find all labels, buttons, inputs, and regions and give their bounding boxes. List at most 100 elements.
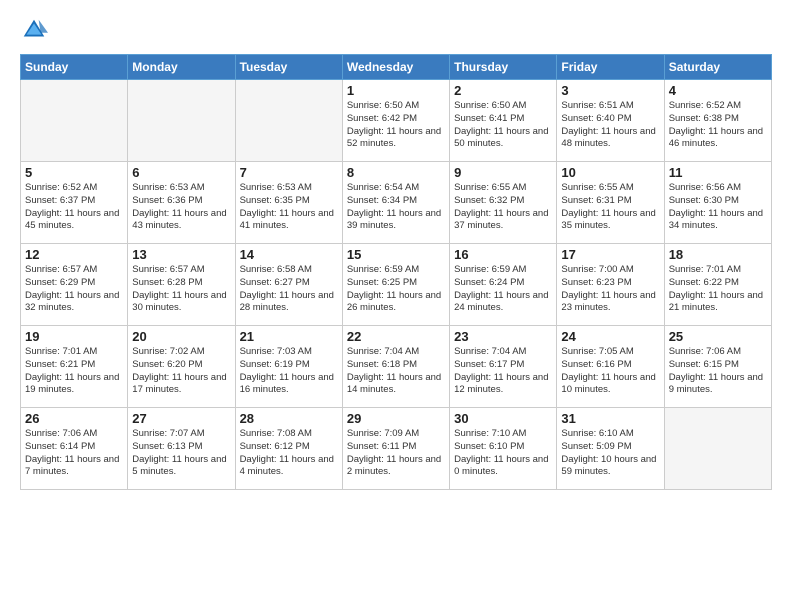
day-info: Sunrise: 7:10 AM Sunset: 6:10 PM Dayligh… — [454, 428, 552, 479]
day-number: 22 — [347, 329, 445, 344]
calendar-cell: 16 Sunrise: 6:59 AM Sunset: 6:24 PM Dayl… — [450, 244, 557, 326]
page: Sunday Monday Tuesday Wednesday Thursday… — [0, 0, 792, 612]
calendar-cell: 24 Sunrise: 7:05 AM Sunset: 6:16 PM Dayl… — [557, 326, 664, 408]
calendar-cell: 27 Sunrise: 7:07 AM Sunset: 6:13 PM Dayl… — [128, 408, 235, 490]
day-info: Sunrise: 7:09 AM Sunset: 6:11 PM Dayligh… — [347, 428, 445, 479]
calendar-cell: 3 Sunrise: 6:51 AM Sunset: 6:40 PM Dayli… — [557, 80, 664, 162]
col-tuesday: Tuesday — [235, 55, 342, 80]
calendar-cell: 4 Sunrise: 6:52 AM Sunset: 6:38 PM Dayli… — [664, 80, 771, 162]
calendar-cell — [235, 80, 342, 162]
day-number: 16 — [454, 247, 552, 262]
day-info: Sunrise: 6:55 AM Sunset: 6:31 PM Dayligh… — [561, 182, 659, 233]
calendar-cell: 25 Sunrise: 7:06 AM Sunset: 6:15 PM Dayl… — [664, 326, 771, 408]
day-number: 31 — [561, 411, 659, 426]
day-info: Sunrise: 7:04 AM Sunset: 6:18 PM Dayligh… — [347, 346, 445, 397]
col-saturday: Saturday — [664, 55, 771, 80]
col-monday: Monday — [128, 55, 235, 80]
calendar-cell: 29 Sunrise: 7:09 AM Sunset: 6:11 PM Dayl… — [342, 408, 449, 490]
day-number: 23 — [454, 329, 552, 344]
day-number: 10 — [561, 165, 659, 180]
calendar-cell: 5 Sunrise: 6:52 AM Sunset: 6:37 PM Dayli… — [21, 162, 128, 244]
day-info: Sunrise: 7:00 AM Sunset: 6:23 PM Dayligh… — [561, 264, 659, 315]
day-info: Sunrise: 6:52 AM Sunset: 6:38 PM Dayligh… — [669, 100, 767, 151]
calendar-week-3: 19 Sunrise: 7:01 AM Sunset: 6:21 PM Dayl… — [21, 326, 772, 408]
calendar-cell: 7 Sunrise: 6:53 AM Sunset: 6:35 PM Dayli… — [235, 162, 342, 244]
day-info: Sunrise: 6:54 AM Sunset: 6:34 PM Dayligh… — [347, 182, 445, 233]
calendar-week-4: 26 Sunrise: 7:06 AM Sunset: 6:14 PM Dayl… — [21, 408, 772, 490]
day-info: Sunrise: 6:50 AM Sunset: 6:42 PM Dayligh… — [347, 100, 445, 151]
calendar-cell: 19 Sunrise: 7:01 AM Sunset: 6:21 PM Dayl… — [21, 326, 128, 408]
day-number: 13 — [132, 247, 230, 262]
day-number: 7 — [240, 165, 338, 180]
calendar-cell: 22 Sunrise: 7:04 AM Sunset: 6:18 PM Dayl… — [342, 326, 449, 408]
day-number: 3 — [561, 83, 659, 98]
col-sunday: Sunday — [21, 55, 128, 80]
calendar-cell: 18 Sunrise: 7:01 AM Sunset: 6:22 PM Dayl… — [664, 244, 771, 326]
calendar-cell: 9 Sunrise: 6:55 AM Sunset: 6:32 PM Dayli… — [450, 162, 557, 244]
day-number: 25 — [669, 329, 767, 344]
day-info: Sunrise: 6:57 AM Sunset: 6:28 PM Dayligh… — [132, 264, 230, 315]
day-info: Sunrise: 6:59 AM Sunset: 6:25 PM Dayligh… — [347, 264, 445, 315]
day-info: Sunrise: 7:07 AM Sunset: 6:13 PM Dayligh… — [132, 428, 230, 479]
calendar-cell: 28 Sunrise: 7:08 AM Sunset: 6:12 PM Dayl… — [235, 408, 342, 490]
calendar-cell: 8 Sunrise: 6:54 AM Sunset: 6:34 PM Dayli… — [342, 162, 449, 244]
day-info: Sunrise: 7:02 AM Sunset: 6:20 PM Dayligh… — [132, 346, 230, 397]
day-info: Sunrise: 7:01 AM Sunset: 6:21 PM Dayligh… — [25, 346, 123, 397]
day-number: 24 — [561, 329, 659, 344]
day-number: 5 — [25, 165, 123, 180]
calendar-cell: 15 Sunrise: 6:59 AM Sunset: 6:25 PM Dayl… — [342, 244, 449, 326]
col-friday: Friday — [557, 55, 664, 80]
calendar-week-0: 1 Sunrise: 6:50 AM Sunset: 6:42 PM Dayli… — [21, 80, 772, 162]
calendar-cell: 17 Sunrise: 7:00 AM Sunset: 6:23 PM Dayl… — [557, 244, 664, 326]
day-number: 2 — [454, 83, 552, 98]
col-thursday: Thursday — [450, 55, 557, 80]
calendar-cell: 10 Sunrise: 6:55 AM Sunset: 6:31 PM Dayl… — [557, 162, 664, 244]
day-info: Sunrise: 7:04 AM Sunset: 6:17 PM Dayligh… — [454, 346, 552, 397]
day-info: Sunrise: 6:52 AM Sunset: 6:37 PM Dayligh… — [25, 182, 123, 233]
day-number: 11 — [669, 165, 767, 180]
day-info: Sunrise: 6:53 AM Sunset: 6:36 PM Dayligh… — [132, 182, 230, 233]
calendar-week-2: 12 Sunrise: 6:57 AM Sunset: 6:29 PM Dayl… — [21, 244, 772, 326]
day-number: 19 — [25, 329, 123, 344]
day-number: 1 — [347, 83, 445, 98]
calendar-cell: 23 Sunrise: 7:04 AM Sunset: 6:17 PM Dayl… — [450, 326, 557, 408]
day-number: 9 — [454, 165, 552, 180]
day-info: Sunrise: 6:10 AM Sunset: 5:09 PM Dayligh… — [561, 428, 659, 479]
calendar-cell: 20 Sunrise: 7:02 AM Sunset: 6:20 PM Dayl… — [128, 326, 235, 408]
day-info: Sunrise: 7:03 AM Sunset: 6:19 PM Dayligh… — [240, 346, 338, 397]
calendar-cell — [128, 80, 235, 162]
day-number: 6 — [132, 165, 230, 180]
day-number: 21 — [240, 329, 338, 344]
day-number: 29 — [347, 411, 445, 426]
day-info: Sunrise: 7:05 AM Sunset: 6:16 PM Dayligh… — [561, 346, 659, 397]
day-number: 30 — [454, 411, 552, 426]
logo — [20, 16, 52, 44]
day-info: Sunrise: 6:59 AM Sunset: 6:24 PM Dayligh… — [454, 264, 552, 315]
calendar-cell: 6 Sunrise: 6:53 AM Sunset: 6:36 PM Dayli… — [128, 162, 235, 244]
header — [20, 16, 772, 44]
calendar-week-1: 5 Sunrise: 6:52 AM Sunset: 6:37 PM Dayli… — [21, 162, 772, 244]
day-number: 18 — [669, 247, 767, 262]
day-info: Sunrise: 7:01 AM Sunset: 6:22 PM Dayligh… — [669, 264, 767, 315]
col-wednesday: Wednesday — [342, 55, 449, 80]
day-number: 26 — [25, 411, 123, 426]
calendar-cell: 13 Sunrise: 6:57 AM Sunset: 6:28 PM Dayl… — [128, 244, 235, 326]
day-info: Sunrise: 6:53 AM Sunset: 6:35 PM Dayligh… — [240, 182, 338, 233]
day-info: Sunrise: 6:58 AM Sunset: 6:27 PM Dayligh… — [240, 264, 338, 315]
day-number: 14 — [240, 247, 338, 262]
day-number: 15 — [347, 247, 445, 262]
calendar-cell — [664, 408, 771, 490]
day-info: Sunrise: 6:57 AM Sunset: 6:29 PM Dayligh… — [25, 264, 123, 315]
day-info: Sunrise: 7:06 AM Sunset: 6:14 PM Dayligh… — [25, 428, 123, 479]
logo-icon — [20, 16, 48, 44]
calendar-cell: 1 Sunrise: 6:50 AM Sunset: 6:42 PM Dayli… — [342, 80, 449, 162]
day-number: 4 — [669, 83, 767, 98]
calendar-cell: 30 Sunrise: 7:10 AM Sunset: 6:10 PM Dayl… — [450, 408, 557, 490]
calendar-cell: 14 Sunrise: 6:58 AM Sunset: 6:27 PM Dayl… — [235, 244, 342, 326]
calendar-cell: 2 Sunrise: 6:50 AM Sunset: 6:41 PM Dayli… — [450, 80, 557, 162]
calendar-header-row: Sunday Monday Tuesday Wednesday Thursday… — [21, 55, 772, 80]
day-info: Sunrise: 6:55 AM Sunset: 6:32 PM Dayligh… — [454, 182, 552, 233]
day-info: Sunrise: 6:56 AM Sunset: 6:30 PM Dayligh… — [669, 182, 767, 233]
calendar-cell: 31 Sunrise: 6:10 AM Sunset: 5:09 PM Dayl… — [557, 408, 664, 490]
calendar-cell: 12 Sunrise: 6:57 AM Sunset: 6:29 PM Dayl… — [21, 244, 128, 326]
